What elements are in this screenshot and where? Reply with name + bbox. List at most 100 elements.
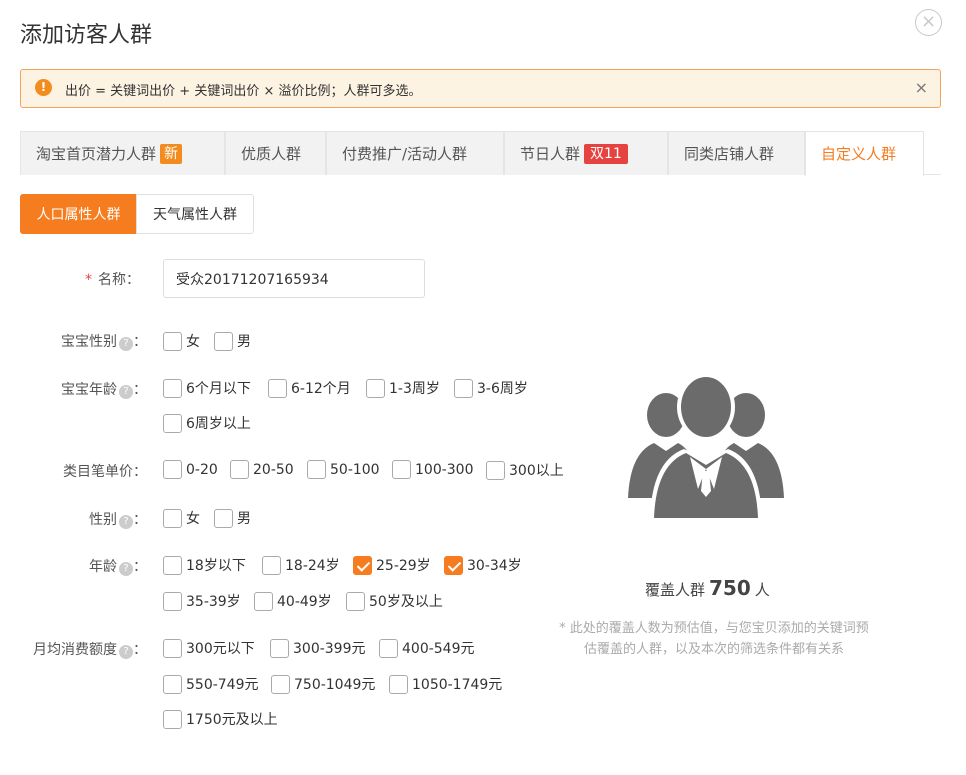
checkbox-age-2[interactable]: 25-29岁 [353, 555, 431, 575]
name-label: *名称： [0, 269, 140, 289]
checkbox-male[interactable]: 男 [214, 508, 251, 528]
tab-similar-shop[interactable]: 同类店铺人群 [668, 131, 805, 175]
checkbox-age-4[interactable]: 35-39岁 [163, 591, 241, 611]
help-icon[interactable]: ? [119, 385, 133, 399]
tab-label: 自定义人群 [821, 145, 896, 163]
checkbox-age-1[interactable]: 18-24岁 [262, 555, 340, 575]
checkbox-box[interactable] [163, 332, 182, 351]
checkbox-spend-1[interactable]: 300-399元 [270, 638, 366, 658]
tab-paid-promo[interactable]: 付费推广/活动人群 [326, 131, 504, 175]
required-mark: * [85, 272, 92, 288]
tab-quality[interactable]: 优质人群 [225, 131, 326, 175]
checkbox-baby-age-2[interactable]: 1-3周岁 [366, 378, 440, 398]
help-icon[interactable]: ? [119, 562, 133, 576]
exclamation-icon: ! [35, 79, 52, 96]
colon: ： [133, 642, 147, 658]
checkbox-spend-0[interactable]: 300元以下 [163, 638, 255, 658]
baby-age-label-text: 宝宝年龄 [61, 382, 117, 398]
checkbox-box-checked[interactable] [353, 556, 372, 575]
checkbox-age-3[interactable]: 30-34岁 [444, 555, 522, 575]
checkbox-box[interactable] [163, 592, 182, 611]
checkbox-spend-5[interactable]: 1050-1749元 [389, 674, 502, 694]
checkbox-label: 1050-1749元 [412, 674, 502, 694]
colon: ： [133, 559, 147, 575]
audience-group-icon [626, 373, 786, 518]
checkbox-box[interactable] [346, 592, 365, 611]
subtab-weather[interactable]: 天气属性人群 [136, 194, 254, 234]
coverage-count: 750 [709, 576, 751, 600]
monthly-spend-label: 月均消费额度?： [7, 639, 147, 659]
checkbox-box[interactable] [268, 379, 287, 398]
checkbox-box[interactable] [163, 460, 182, 479]
checkbox-box[interactable] [163, 379, 182, 398]
tab-label: 付费推广/活动人群 [342, 145, 467, 163]
tab-holiday[interactable]: 节日人群双11 [504, 131, 668, 175]
checkbox-box[interactable] [163, 414, 182, 433]
checkbox-box[interactable] [163, 639, 182, 658]
checkbox-female[interactable]: 女 [163, 508, 200, 528]
audience-tabs: 淘宝首页潜力人群新 优质人群 付费推广/活动人群 节日人群双11 同类店铺人群 … [20, 131, 941, 175]
checkbox-spend-4[interactable]: 750-1049元 [271, 674, 375, 694]
checkbox-spend-3[interactable]: 550-749元 [163, 674, 259, 694]
new-badge: 新 [160, 144, 182, 164]
checkbox-box[interactable] [454, 379, 473, 398]
checkbox-baby-female[interactable]: 女 [163, 331, 200, 351]
checkbox-age-0[interactable]: 18岁以下 [163, 555, 246, 575]
subtab-demographic[interactable]: 人口属性人群 [20, 194, 137, 234]
checkbox-label: 20-50 [253, 462, 294, 478]
gender-label-text: 性别 [89, 512, 117, 528]
checkbox-age-6[interactable]: 50岁及以上 [346, 591, 443, 611]
checkbox-age-5[interactable]: 40-49岁 [254, 591, 332, 611]
checkbox-label: 300以上 [509, 460, 564, 480]
close-icon[interactable]: × [915, 9, 942, 36]
alert-close-icon[interactable]: × [915, 78, 928, 97]
name-input[interactable] [163, 259, 425, 298]
checkbox-baby-male[interactable]: 男 [214, 331, 251, 351]
checkbox-spend-6[interactable]: 1750元及以上 [163, 709, 278, 729]
checkbox-box[interactable] [163, 509, 182, 528]
checkbox-box[interactable] [392, 460, 411, 479]
checkbox-box[interactable] [214, 509, 233, 528]
help-icon[interactable]: ? [119, 515, 133, 529]
checkbox-label: 女 [186, 508, 200, 528]
coverage-suffix: 人 [755, 581, 770, 599]
checkbox-label: 男 [237, 508, 251, 528]
checkbox-label: 40-49岁 [277, 591, 332, 611]
checkbox-box[interactable] [379, 639, 398, 658]
tab-custom[interactable]: 自定义人群 [805, 131, 924, 176]
checkbox-baby-age-1[interactable]: 6-12个月 [268, 378, 351, 398]
tab-taobao-home[interactable]: 淘宝首页潜力人群新 [20, 131, 225, 175]
checkbox-box[interactable] [254, 592, 273, 611]
checkbox-price-1[interactable]: 20-50 [230, 460, 294, 479]
help-icon[interactable]: ? [119, 337, 133, 351]
checkbox-label: 550-749元 [186, 674, 259, 694]
checkbox-box[interactable] [163, 556, 182, 575]
checkbox-box[interactable] [307, 460, 326, 479]
checkbox-box[interactable] [163, 675, 182, 694]
checkbox-box[interactable] [214, 332, 233, 351]
checkbox-label: 300-399元 [293, 638, 366, 658]
checkbox-spend-2[interactable]: 400-549元 [379, 638, 475, 658]
checkbox-baby-age-0[interactable]: 6个月以下 [163, 378, 251, 398]
checkbox-box[interactable] [262, 556, 281, 575]
checkbox-box[interactable] [230, 460, 249, 479]
category-price-label: 类目笔单价： [7, 461, 147, 481]
gender-label: 性别?： [7, 509, 147, 529]
checkbox-box[interactable] [366, 379, 385, 398]
checkbox-price-2[interactable]: 50-100 [307, 460, 380, 479]
checkbox-baby-age-4[interactable]: 6周岁以上 [163, 413, 251, 433]
checkbox-label: 50-100 [330, 462, 380, 478]
checkbox-box[interactable] [389, 675, 408, 694]
checkbox-box[interactable] [163, 710, 182, 729]
checkbox-box-checked[interactable] [444, 556, 463, 575]
colon: ： [133, 382, 147, 398]
checkbox-price-3[interactable]: 100-300 [392, 460, 474, 479]
checkbox-box[interactable] [486, 461, 505, 480]
checkbox-price-4[interactable]: 300以上 [486, 460, 564, 480]
checkbox-baby-age-3[interactable]: 3-6周岁 [454, 378, 528, 398]
help-icon[interactable]: ? [119, 645, 133, 659]
colon: ： [133, 512, 147, 528]
checkbox-price-0[interactable]: 0-20 [163, 460, 218, 479]
checkbox-box[interactable] [271, 675, 290, 694]
checkbox-box[interactable] [270, 639, 289, 658]
